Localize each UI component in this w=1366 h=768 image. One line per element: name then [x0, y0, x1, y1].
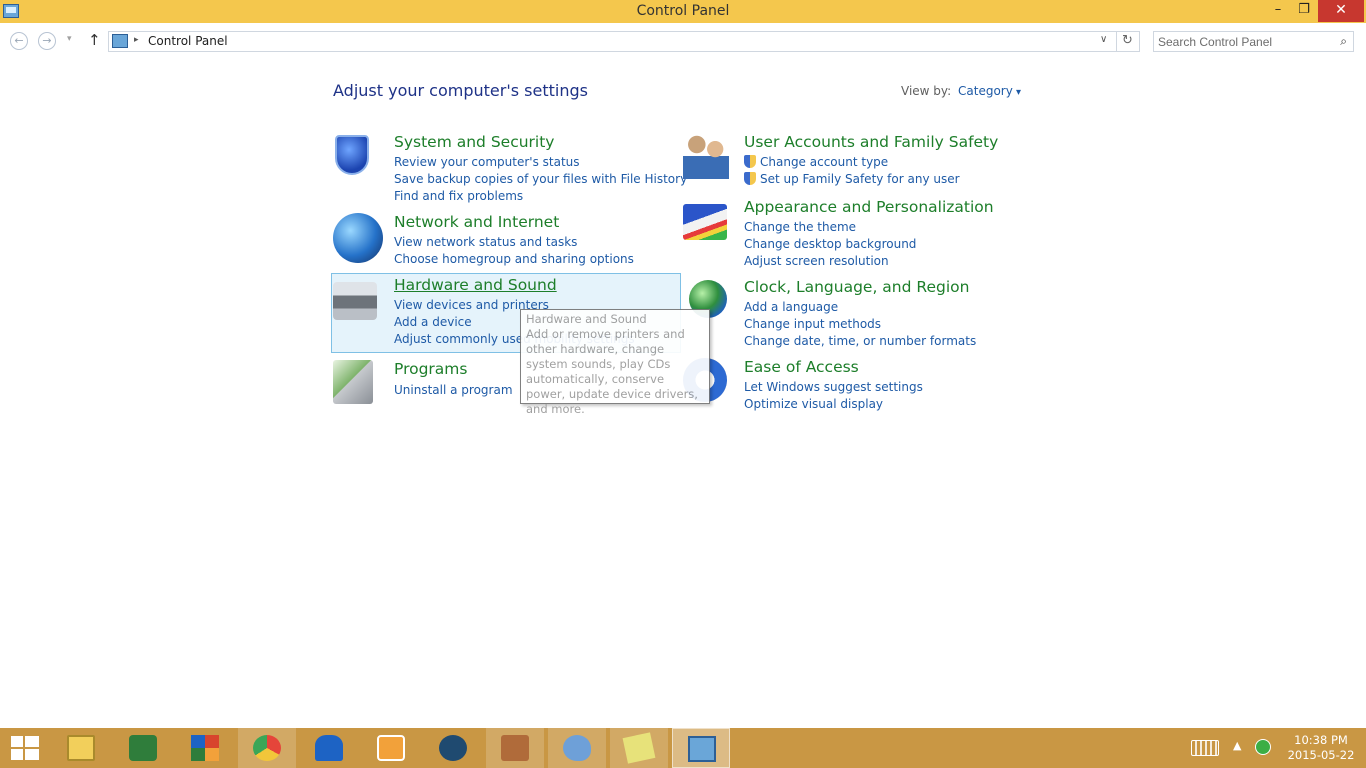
category-title[interactable]: Programs [394, 360, 467, 378]
printer-icon [333, 282, 377, 320]
view-by-label: View by: [901, 84, 952, 98]
category-title[interactable]: Appearance and Personalization [744, 198, 994, 216]
users-icon [683, 133, 729, 179]
address-dropdown-icon[interactable]: ∨ [1100, 34, 1107, 45]
category-title[interactable]: System and Security [394, 133, 554, 151]
category-title[interactable]: Ease of Access [744, 358, 859, 376]
taskbar-item-malwarebytes[interactable] [300, 728, 358, 768]
category-link[interactable]: Change the theme [744, 219, 916, 236]
taskbar-item-video-editor[interactable] [424, 728, 482, 768]
up-button[interactable]: ↑ [88, 31, 101, 49]
taskbar-item-media-player[interactable] [362, 728, 420, 768]
file-explorer-icon [67, 735, 95, 761]
category-tooltip: Hardware and Sound Add or remove printer… [520, 309, 710, 416]
category-link[interactable]: Add a language [744, 299, 976, 316]
show-hidden-icons-icon[interactable]: ▲ [1233, 739, 1241, 752]
category-appearance-and-personalization[interactable]: Appearance and Personalization Change th… [683, 198, 1023, 268]
minimize-button[interactable]: – [1265, 0, 1291, 22]
category-clock-language-region[interactable]: Clock, Language, and Region Add a langua… [683, 278, 1023, 348]
taskbar-item-avg[interactable] [176, 728, 234, 768]
w-app-icon [129, 735, 157, 761]
taskbar-item-app[interactable] [486, 728, 544, 768]
category-title[interactable]: Network and Internet [394, 213, 559, 231]
category-link[interactable]: Optimize visual display [744, 396, 923, 413]
forward-button[interactable]: → [38, 32, 56, 50]
clock-time: 10:38 PM [1294, 733, 1348, 747]
search-input[interactable] [1158, 33, 1328, 50]
tooltip-title: Hardware and Sound [526, 312, 647, 326]
category-link[interactable]: Adjust screen resolution [744, 253, 916, 270]
category-link[interactable]: Find and fix problems [394, 188, 687, 205]
recent-locations-icon[interactable]: ▾ [67, 34, 72, 44]
divider [1116, 32, 1117, 51]
category-link[interactable]: Change input methods [744, 316, 976, 333]
search-box[interactable]: ⌕ [1153, 31, 1354, 52]
system-clock[interactable]: 10:38 PM 2015-05-22 [1283, 733, 1359, 763]
programs-icon [333, 360, 373, 404]
category-link[interactable]: Change date, time, or number formats [744, 333, 976, 350]
film-icon [439, 735, 467, 761]
category-link[interactable]: Review your computer's status [394, 154, 687, 171]
shield-icon [335, 135, 369, 175]
category-link[interactable]: Save backup copies of your files with Fi… [394, 171, 687, 188]
taskbar-item-file-explorer[interactable] [52, 728, 110, 768]
action-center-icon[interactable] [1255, 739, 1271, 755]
view-by-dropdown[interactable]: Category [958, 84, 1021, 98]
avg-icon [191, 735, 219, 761]
sticky-notes-icon [622, 732, 656, 764]
category-network-and-internet[interactable]: Network and Internet View network status… [333, 213, 673, 268]
palette-icon [563, 735, 591, 761]
taskbar-item-control-panel[interactable] [672, 728, 730, 768]
breadcrumb[interactable]: Control Panel [148, 34, 228, 48]
globe-network-icon [333, 213, 383, 263]
category-link[interactable]: Choose homegroup and sharing options [394, 251, 634, 268]
taskbar-item-chrome[interactable] [238, 728, 296, 768]
refresh-button[interactable]: ↻ [1122, 33, 1133, 48]
navigation-bar: ← → ▾ ↑ ▸ Control Panel ∨ ↻ ⌕ [0, 23, 1366, 59]
control-panel-icon [112, 34, 128, 48]
category-ease-of-access[interactable]: Ease of Access Let Windows suggest setti… [683, 358, 1023, 413]
taskbar-item-sticky-notes[interactable] [610, 728, 668, 768]
windows-start-icon [11, 736, 39, 760]
building-icon [501, 735, 529, 761]
taskbar: ▲ 10:38 PM 2015-05-22 [0, 728, 1366, 768]
category-title[interactable]: Clock, Language, and Region [744, 278, 969, 296]
category-user-accounts[interactable]: User Accounts and Family Safety Change a… [683, 133, 1023, 188]
touch-keyboard-icon[interactable] [1191, 740, 1219, 756]
uac-shield-link[interactable]: Change account type [760, 154, 960, 171]
page-title: Adjust your computer's settings [333, 81, 588, 100]
appearance-icon [683, 204, 727, 240]
back-button[interactable]: ← [10, 32, 28, 50]
title-bar: Control Panel – ❐ ✕ [0, 0, 1366, 23]
uac-shield-link[interactable]: Set up Family Safety for any user [760, 171, 960, 188]
taskbar-item-word-app[interactable] [114, 728, 172, 768]
maximize-button[interactable]: ❐ [1291, 0, 1317, 22]
start-button[interactable] [0, 728, 58, 768]
malwarebytes-icon [315, 735, 343, 761]
breadcrumb-separator-icon[interactable]: ▸ [134, 35, 139, 45]
close-button[interactable]: ✕ [1318, 0, 1364, 22]
chrome-icon [253, 735, 281, 761]
category-link[interactable]: View network status and tasks [394, 234, 634, 251]
clock-date: 2015-05-22 [1287, 748, 1355, 762]
category-link[interactable]: Let Windows suggest settings [744, 379, 923, 396]
category-link[interactable]: Change desktop background [744, 236, 916, 253]
control-panel-icon [688, 736, 716, 762]
search-icon[interactable]: ⌕ [1340, 34, 1347, 49]
address-bar[interactable]: ▸ Control Panel ∨ ↻ [108, 31, 1140, 52]
window-title: Control Panel [636, 3, 730, 19]
category-system-and-security[interactable]: System and Security Review your computer… [333, 133, 687, 203]
category-title[interactable]: User Accounts and Family Safety [744, 133, 998, 151]
category-link[interactable]: Uninstall a program [394, 382, 513, 399]
media-player-icon [377, 735, 405, 761]
taskbar-item-paint[interactable] [548, 728, 606, 768]
tooltip-body: Add or remove printers and other hardwar… [526, 327, 698, 416]
category-title[interactable]: Hardware and Sound [394, 276, 557, 294]
